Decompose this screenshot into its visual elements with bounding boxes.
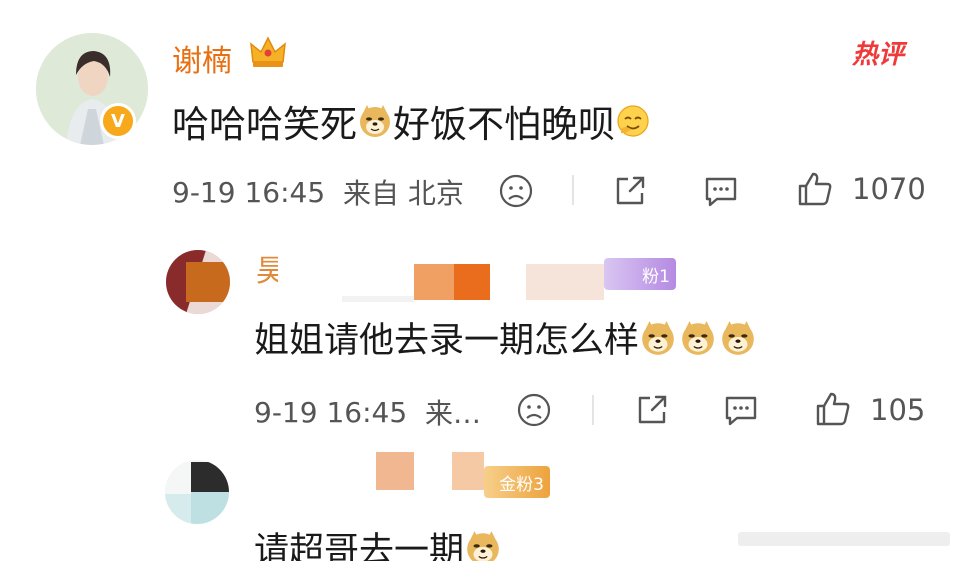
reply-username[interactable]: 昊 [256, 254, 278, 290]
comment-text-part2: 好饭不怕晚呗 [393, 103, 615, 146]
blurred-username [452, 452, 484, 490]
doge-emoji-icon [467, 530, 499, 561]
sad-face-icon[interactable] [498, 173, 534, 209]
blurred-username [376, 452, 414, 490]
reply-avatar[interactable] [166, 250, 230, 314]
thumbs-up-icon[interactable] [796, 170, 834, 208]
comment-meta: 9-19 16:45 来自 北京 [172, 172, 464, 212]
reply-meta: 9-19 16:45 来… [254, 392, 481, 432]
fan-badge: 金粉3 [484, 466, 550, 498]
like-count: 105 [870, 393, 926, 427]
hot-comment-tag: 热评 [852, 40, 905, 70]
sad-face-icon[interactable] [516, 392, 552, 428]
doge-emoji-icon [642, 320, 674, 355]
doge-emoji-icon [360, 105, 390, 137]
comment-text-part1: 哈哈哈笑死 [172, 103, 357, 146]
blurred-badge [526, 264, 604, 300]
reply-time: 16:45 [326, 395, 408, 429]
fan-badge: 粉1 [604, 258, 676, 290]
comment-time: 16:45 [244, 175, 326, 209]
reply-text: 姐姐请他去录一期怎么样 [254, 312, 757, 363]
username[interactable]: 谢楠 [172, 36, 232, 80]
verified-badge: V [100, 103, 136, 139]
divider [592, 395, 594, 425]
thumbs-up-icon[interactable] [814, 390, 852, 428]
comment-date: 9-19 [172, 175, 236, 209]
reply-text-content: 姐姐请他去录一期怎么样 [254, 321, 640, 361]
reply-avatar[interactable] [165, 460, 229, 524]
blurred-username [414, 264, 454, 300]
like-count: 1070 [852, 172, 926, 206]
share-icon[interactable] [634, 392, 670, 428]
reply-text-content: 请超哥去一期 [254, 531, 465, 561]
blurred-username [342, 296, 414, 302]
reply-text: 请超哥去一期 [254, 522, 502, 561]
comment-icon[interactable] [722, 392, 760, 428]
blurred-username [454, 264, 490, 300]
divider [572, 175, 574, 205]
comment-icon[interactable] [702, 173, 740, 209]
doge-emoji-icon [682, 320, 714, 355]
share-icon[interactable] [612, 173, 648, 209]
doge-emoji-icon [722, 320, 754, 355]
reply-location: 来… [424, 397, 481, 430]
comment-location: 来自 北京 [342, 177, 464, 210]
watermark [738, 532, 950, 546]
sweat-smile-emoji-icon [617, 105, 649, 137]
comment-text: 哈哈哈笑死 好饭不怕晚呗 [172, 94, 651, 148]
crown-icon [250, 36, 286, 67]
reply-date: 9-19 [254, 395, 318, 429]
